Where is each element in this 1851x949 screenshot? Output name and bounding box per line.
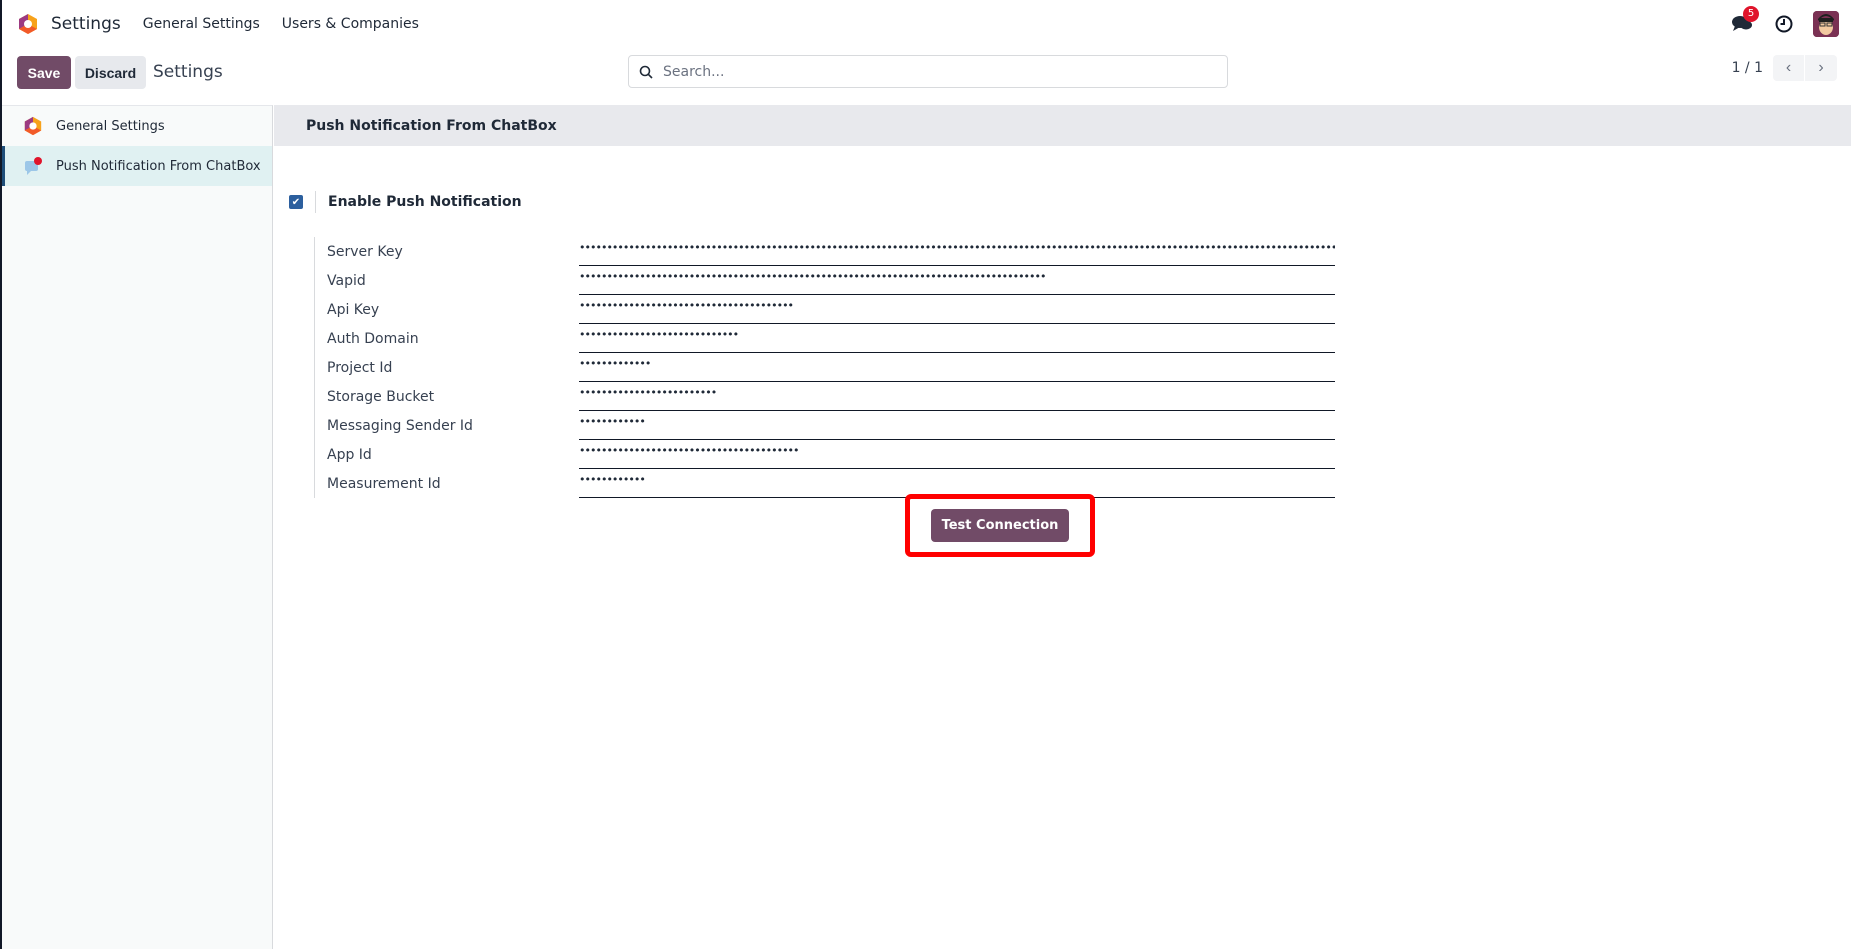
chat-badge: 5 (1743, 6, 1759, 22)
pager: 1 / 1 ‹ › (1732, 55, 1837, 81)
highlight-box: Test Connection (905, 494, 1095, 557)
project-id-input[interactable]: ••••••••••••• (579, 357, 1335, 382)
chat-notification-icon (25, 157, 42, 175)
enable-push-label[interactable]: Enable Push Notification (328, 194, 522, 210)
enable-push-checkbox[interactable]: ✔ (289, 195, 303, 209)
field-api-key: Api Key ••••••••••••••••••••••••••••••••… (327, 295, 1335, 324)
api-key-input[interactable]: ••••••••••••••••••••••••••••••••••••••• (579, 299, 1335, 324)
discard-button[interactable]: Discard (75, 56, 146, 89)
pager-value[interactable]: 1 / 1 (1732, 60, 1763, 76)
check-icon: ✔ (291, 196, 301, 208)
section-title: Push Notification From ChatBox (274, 105, 1851, 146)
settings-content: Push Notification From ChatBox ✔ Enable … (274, 105, 1851, 949)
sidebar-item-push-notification[interactable]: Push Notification From ChatBox (2, 146, 272, 186)
messaging-button[interactable]: 5 (1731, 6, 1759, 34)
field-messaging-sender-id: Messaging Sender Id •••••••••••• (327, 411, 1335, 440)
odoo-logo-icon (24, 116, 42, 136)
avatar-image-icon (1813, 11, 1839, 37)
user-avatar[interactable] (1813, 11, 1839, 37)
breadcrumb-title: Settings (153, 62, 223, 82)
search-bar[interactable] (628, 55, 1228, 88)
sidebar-item-general-settings[interactable]: General Settings (2, 106, 272, 146)
messaging-sender-id-input[interactable]: •••••••••••• (579, 415, 1335, 440)
field-label: Project Id (327, 360, 393, 376)
chevron-left-icon: ‹ (1785, 59, 1792, 76)
divider (315, 191, 316, 213)
top-navbar: Settings General Settings Users & Compan… (2, 0, 1851, 48)
server-key-input[interactable]: ••••••••••••••••••••••••••••••••••••••••… (579, 241, 1335, 266)
field-storage-bucket: Storage Bucket ••••••••••••••••••••••••• (327, 382, 1335, 411)
clock-icon[interactable] (1775, 15, 1793, 33)
field-auth-domain: Auth Domain ••••••••••••••••••••••••••••… (327, 324, 1335, 353)
menu-users-companies[interactable]: Users & Companies (282, 16, 419, 32)
app-id-input[interactable]: •••••••••••••••••••••••••••••••••••••••• (579, 444, 1335, 469)
field-server-key: Server Key •••••••••••••••••••••••••••••… (327, 237, 1335, 266)
search-input[interactable] (663, 63, 1203, 80)
field-label: Server Key (327, 244, 403, 260)
field-label: Api Key (327, 302, 380, 318)
settings-sidebar: General Settings Push Notification From … (2, 105, 273, 949)
storage-bucket-input[interactable]: ••••••••••••••••••••••••• (579, 386, 1335, 411)
field-project-id: Project Id ••••••••••••• (327, 353, 1335, 382)
field-label: Storage Bucket (327, 389, 435, 405)
chevron-right-icon: › (1818, 59, 1824, 76)
search-icon (639, 65, 653, 79)
pager-previous-button[interactable]: ‹ (1773, 55, 1805, 81)
odoo-logo-icon[interactable] (17, 13, 39, 35)
field-measurement-id: Measurement Id •••••••••••• (327, 469, 1335, 498)
field-label: Auth Domain (327, 331, 419, 347)
field-label: Measurement Id (327, 476, 441, 492)
menu-general-settings[interactable]: General Settings (143, 16, 260, 32)
save-button[interactable]: Save (17, 56, 71, 89)
field-label: Messaging Sender Id (327, 418, 473, 434)
app-name[interactable]: Settings (51, 14, 121, 34)
sidebar-item-label: General Settings (56, 118, 165, 134)
enable-push-notification-setting: ✔ Enable Push Notification (289, 191, 522, 213)
sidebar-item-label: Push Notification From ChatBox (56, 158, 261, 174)
field-label: App Id (327, 447, 372, 463)
firebase-fields: Server Key •••••••••••••••••••••••••••••… (314, 237, 1335, 498)
test-connection-button[interactable]: Test Connection (930, 509, 1070, 542)
vapid-input[interactable]: ••••••••••••••••••••••••••••••••••••••••… (579, 270, 1335, 295)
field-vapid: Vapid ••••••••••••••••••••••••••••••••••… (327, 266, 1335, 295)
field-app-id: App Id •••••••••••••••••••••••••••••••••… (327, 440, 1335, 469)
control-panel: Save Discard Settings 1 / 1 ‹ › (2, 48, 1851, 105)
field-label: Vapid (327, 273, 366, 289)
auth-domain-input[interactable]: ••••••••••••••••••••••••••••• (579, 328, 1335, 353)
pager-next-button[interactable]: › (1805, 55, 1837, 81)
